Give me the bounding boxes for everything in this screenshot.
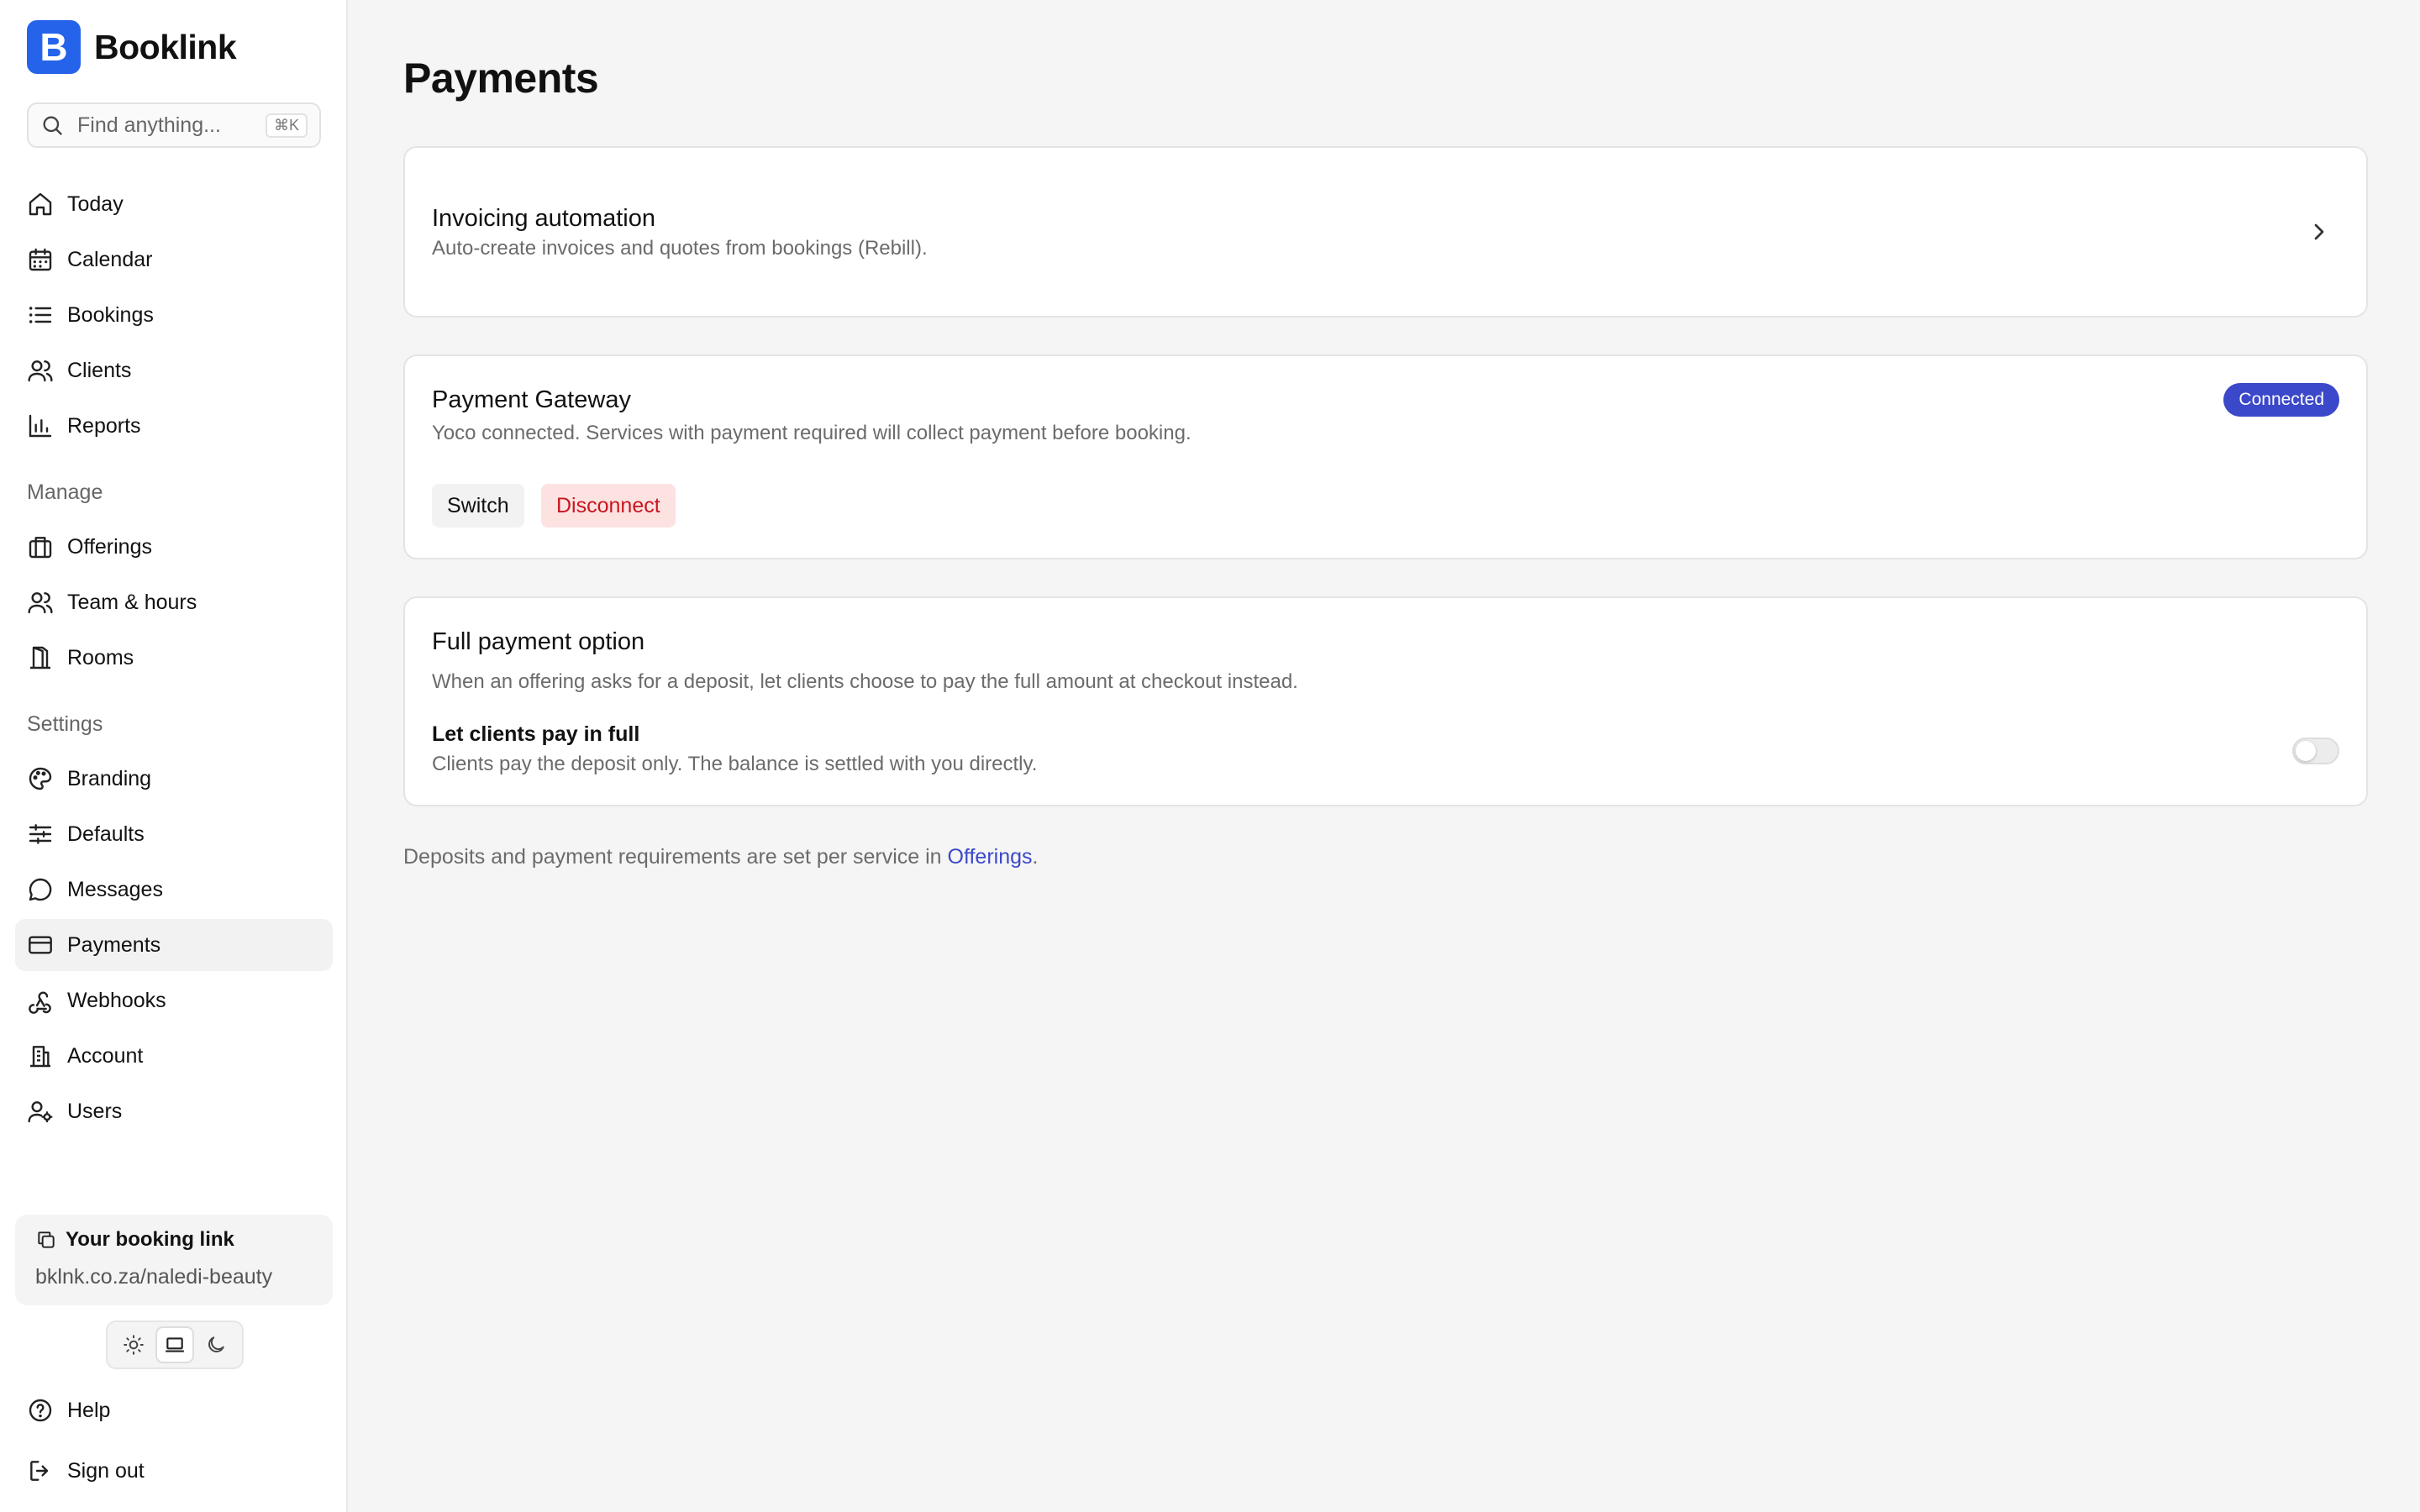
sidebar-item-label: Help (67, 1398, 111, 1422)
sidebar-item-users[interactable]: Users (15, 1085, 333, 1137)
sidebar-item-team-hours[interactable]: Team & hours (15, 576, 333, 628)
webhook-icon (29, 991, 51, 1014)
search-shortcut: ⌘K (265, 113, 308, 138)
sidebar-item-help[interactable]: Help (15, 1384, 333, 1436)
footer-note-text: Deposits and payment requirements are se… (403, 845, 948, 869)
bar-chart-icon (29, 414, 52, 438)
sidebar-item-branding[interactable]: Branding (15, 753, 333, 805)
sidebar-item-webhooks[interactable]: Webhooks (15, 974, 333, 1026)
sidebar-item-label: Messages (67, 877, 163, 901)
sidebar-item-label: Bookings (67, 302, 154, 327)
sidebar-item-today[interactable]: Today (15, 178, 333, 230)
booking-link-title-text: Your booking link (66, 1228, 234, 1251)
building-icon (30, 1046, 50, 1068)
invoicing-automation-card[interactable]: Invoicing automation Auto-create invoice… (403, 146, 2368, 318)
pay-in-full-description: Clients pay the deposit only. The balanc… (432, 753, 1038, 775)
sidebar-item-label: Account (67, 1043, 144, 1068)
laptop-icon (166, 1337, 184, 1352)
pay-in-full-toggle[interactable] (2292, 738, 2339, 764)
page-title: Payments (403, 55, 599, 102)
gateway-title: Payment Gateway (432, 386, 631, 413)
theme-system-button[interactable] (155, 1326, 194, 1363)
search-placeholder: Find anything... (77, 113, 221, 137)
sidebar-item-label: Branding (67, 766, 152, 790)
sidebar-item-label: Defaults (67, 822, 145, 846)
team-icon (28, 592, 53, 614)
theme-light-button[interactable] (114, 1326, 153, 1363)
booking-link-title: Your booking link (35, 1228, 313, 1252)
full-payment-card: Full payment option When an offering ask… (403, 596, 2368, 806)
user-cog-icon (28, 1101, 53, 1123)
sidebar-item-defaults[interactable]: Defaults (15, 808, 333, 860)
gateway-subtitle: Yoco connected. Services with payment re… (432, 422, 1192, 444)
sidebar-item-rooms[interactable]: Rooms (15, 632, 333, 684)
switch-button[interactable]: Switch (432, 484, 524, 528)
search-input[interactable]: Find anything... ⌘K (27, 102, 321, 148)
status-badge: Connected (2223, 383, 2339, 417)
users-icon (28, 360, 53, 382)
section-label-settings: Settings (27, 712, 103, 736)
sidebar-item-calendar[interactable]: Calendar (15, 234, 333, 286)
sidebar-item-label: Users (67, 1099, 123, 1123)
palette-icon (29, 767, 52, 790)
sidebar-item-label: Webhooks (67, 988, 166, 1012)
search-icon (43, 116, 62, 135)
home-icon (29, 192, 52, 216)
sidebar-item-label: Team & hours (67, 590, 197, 614)
footer-note: Deposits and payment requirements are se… (403, 845, 1038, 869)
invoicing-subtitle: Auto-create invoices and quotes from boo… (432, 237, 928, 260)
full-payment-title: Full payment option (432, 628, 645, 655)
sliders-icon (29, 824, 52, 844)
sidebar-item-payments[interactable]: Payments (15, 919, 333, 971)
sidebar-item-label: Sign out (67, 1458, 145, 1483)
sidebar-item-label: Today (67, 192, 124, 216)
booking-link-url[interactable]: bklnk.co.za/naledi-beauty (35, 1265, 313, 1289)
calendar-icon (29, 248, 52, 271)
sidebar-item-bookings[interactable]: Bookings (15, 289, 333, 341)
section-label-manage: Manage (27, 480, 103, 504)
sun-icon (123, 1335, 144, 1355)
sidebar-item-sign-out[interactable]: Sign out (15, 1445, 333, 1497)
sidebar-item-account[interactable]: Account (15, 1030, 333, 1082)
full-payment-subtitle: When an offering asks for a deposit, let… (432, 670, 1298, 693)
sidebar-item-label: Offerings (67, 534, 152, 559)
list-icon (29, 307, 52, 323)
help-icon (29, 1399, 52, 1422)
briefcase-icon (29, 537, 52, 559)
sidebar-item-reports[interactable]: Reports (15, 400, 333, 452)
door-icon (30, 646, 50, 669)
sidebar-item-label: Calendar (67, 247, 153, 271)
payment-gateway-card: Payment Gateway Yoco connected. Services… (403, 354, 2368, 559)
moon-icon (208, 1336, 224, 1352)
booklink-logo: B (27, 20, 81, 74)
chevron-right-icon (2314, 223, 2324, 240)
invoicing-title: Invoicing automation (432, 205, 655, 232)
offerings-link[interactable]: Offerings (948, 845, 1033, 869)
footer-note-suffix: . (1032, 845, 1039, 869)
sidebar-item-label: Rooms (67, 645, 134, 669)
sidebar: B Booklink Find anything... ⌘K Today Cal… (0, 0, 348, 1512)
message-icon (29, 878, 52, 901)
sidebar-item-label: Clients (67, 358, 132, 382)
sidebar-item-label: Payments (67, 932, 161, 957)
sidebar-item-clients[interactable]: Clients (15, 344, 333, 396)
brand[interactable]: B Booklink (27, 20, 237, 74)
pay-in-full-label: Let clients pay in full (432, 722, 640, 746)
booking-link-card[interactable]: Your booking link bklnk.co.za/naledi-bea… (15, 1215, 333, 1305)
sidebar-item-offerings[interactable]: Offerings (15, 521, 333, 573)
copy-icon (38, 1231, 55, 1248)
disconnect-button[interactable]: Disconnect (541, 484, 676, 528)
sign-out-icon (30, 1461, 49, 1481)
sidebar-item-messages[interactable]: Messages (15, 864, 333, 916)
credit-card-icon (29, 936, 52, 954)
theme-switcher (106, 1320, 244, 1369)
theme-dark-button[interactable] (197, 1326, 235, 1363)
toggle-knob (2296, 741, 2316, 761)
sidebar-item-label: Reports (67, 413, 141, 438)
app-name: Booklink (94, 27, 237, 66)
